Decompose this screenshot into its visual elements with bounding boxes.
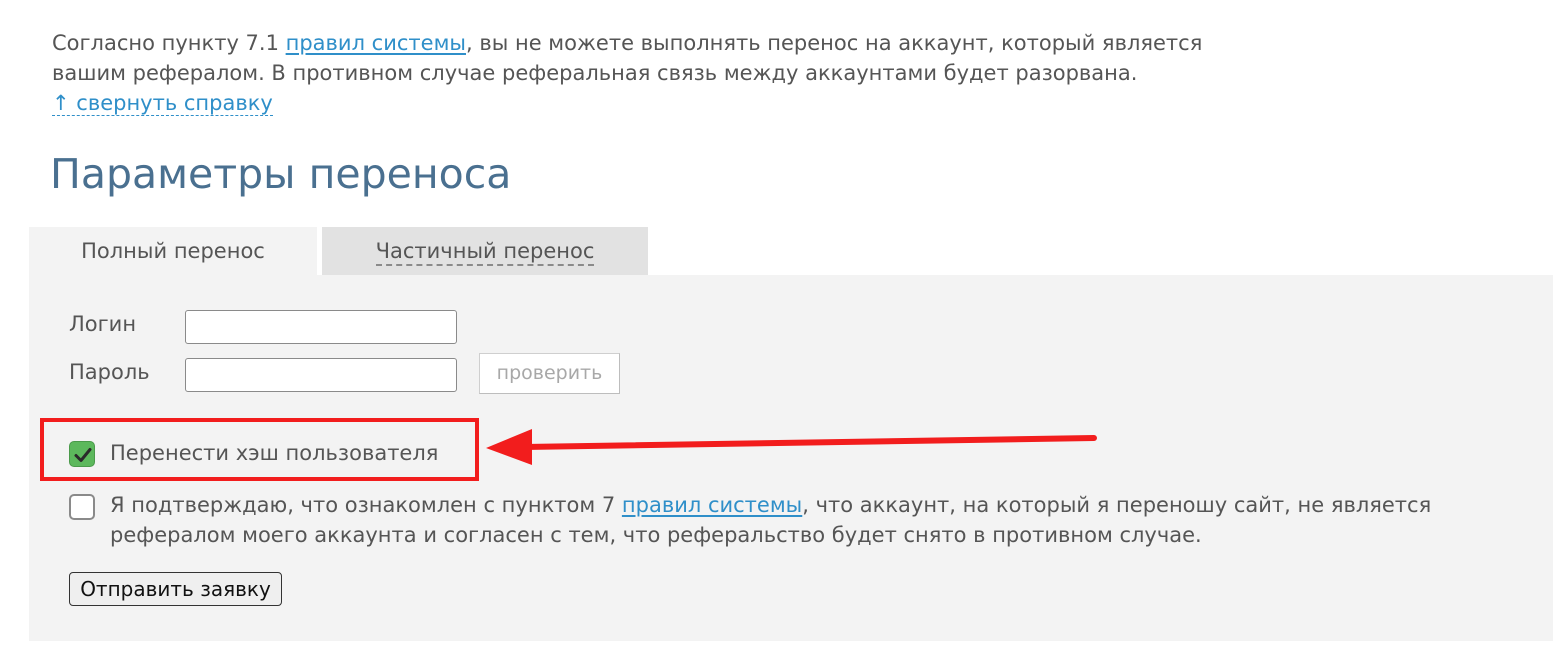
login-label: Логин xyxy=(69,312,137,336)
collapse-help-link[interactable]: ↑ свернуть справку xyxy=(52,91,273,116)
login-input[interactable] xyxy=(185,310,457,344)
annotation-highlight-box xyxy=(40,418,479,481)
help-paragraph: Согласно пункту 7.1 правил системы, вы н… xyxy=(52,28,1282,88)
help-text: Согласно пункту 7.1 правил системы, вы н… xyxy=(52,28,1282,118)
confirm-text-start: Я подтверждаю, что ознакомлен с пунктом … xyxy=(110,493,622,517)
help-text-line2: вашим рефералом. В противном случае рефе… xyxy=(52,61,1138,85)
password-label: Пароль xyxy=(69,360,150,384)
arrow-left-icon xyxy=(486,429,1097,465)
submit-request-button[interactable]: Отправить заявку xyxy=(69,572,282,606)
help-text-end: , вы не можете выполнять перенос на акка… xyxy=(466,31,1203,55)
password-input[interactable] xyxy=(185,358,457,392)
confirm-rules-label: Я подтверждаю, что ознакомлен с пунктом … xyxy=(110,490,1490,550)
confirm-rules-link[interactable]: правил системы xyxy=(622,493,802,517)
tab-partial-transfer[interactable]: Частичный перенос xyxy=(322,227,648,275)
rules-link[interactable]: правил системы xyxy=(286,31,466,55)
confirm-rules-checkbox[interactable] xyxy=(69,494,95,520)
confirm-text-end: , что аккаунт, на который я переношу сай… xyxy=(802,493,1432,517)
tab-partial-transfer-label: Частичный перенос xyxy=(375,238,595,266)
help-text-start: Согласно пункту 7.1 xyxy=(52,31,286,55)
confirm-text-line2: рефералом моего аккаунта и согласен с те… xyxy=(110,523,1202,547)
page-title: Параметры переноса xyxy=(50,150,512,198)
tab-full-transfer[interactable]: Полный перенос xyxy=(29,227,317,275)
tab-full-transfer-label: Полный перенос xyxy=(81,239,265,263)
check-button[interactable]: проверить xyxy=(479,353,620,394)
